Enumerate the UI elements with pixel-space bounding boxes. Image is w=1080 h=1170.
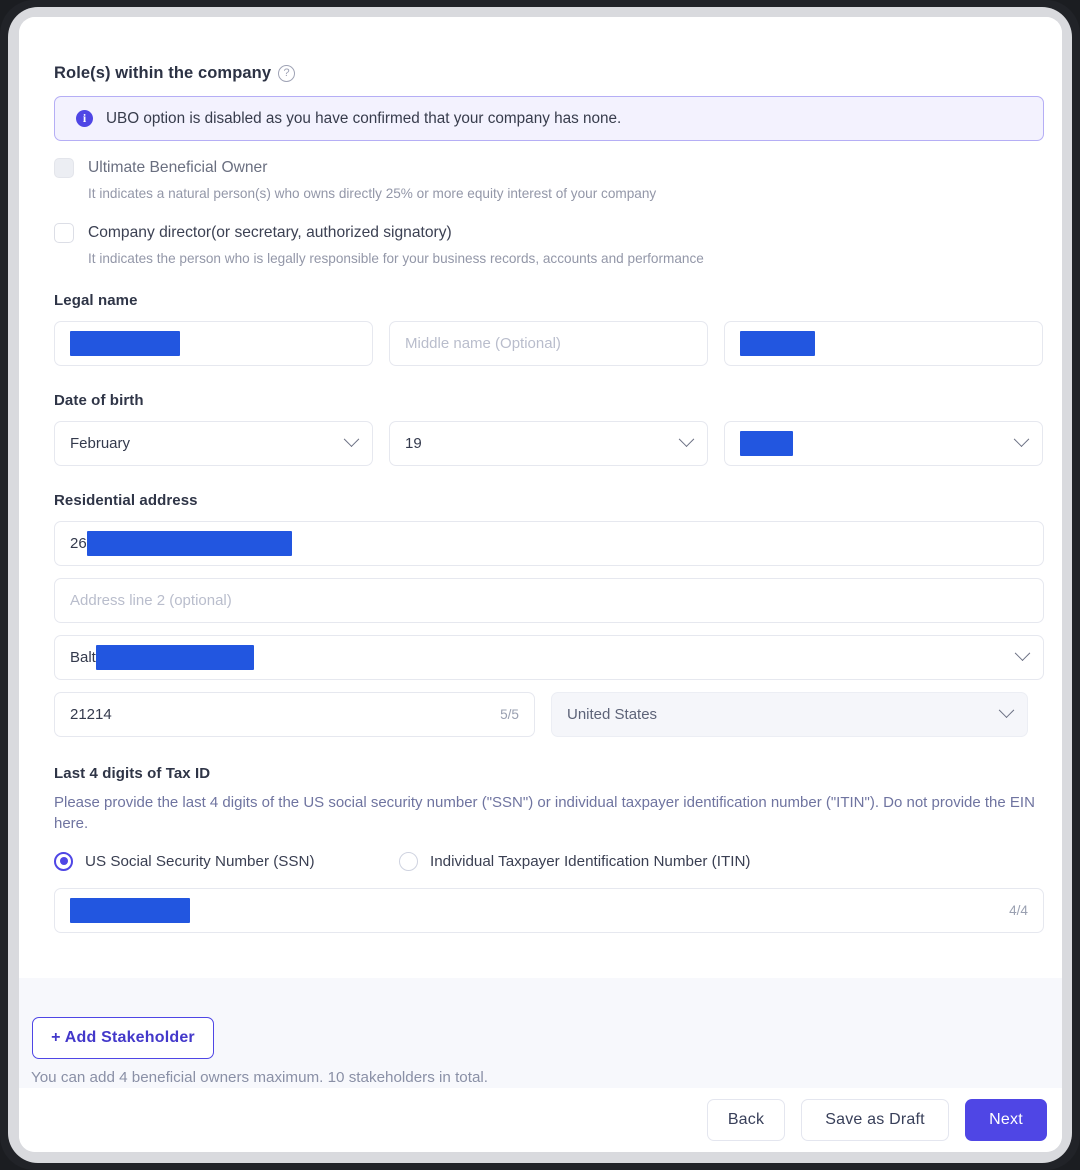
- tax-id-group: Last 4 digits of Tax ID Please provide t…: [54, 765, 1044, 933]
- radio-option-ssn[interactable]: US Social Security Number (SSN): [54, 852, 399, 871]
- chevron-down-icon: [1015, 645, 1031, 661]
- info-circle-icon: i: [76, 110, 93, 127]
- country-select[interactable]: United States: [551, 692, 1028, 737]
- add-stakeholder-strip: + Add Stakeholder You can add 4 benefici…: [19, 978, 1062, 1088]
- ubo-disabled-banner: i UBO option is disabled as you have con…: [54, 96, 1044, 141]
- role-option-director[interactable]: Company director(or secretary, authorize…: [54, 223, 1044, 266]
- zip-country-row: 21214 5/5 United States: [54, 692, 1044, 737]
- city-row: Balt: [54, 635, 1044, 680]
- address-line2-input[interactable]: Address line 2 (optional): [54, 578, 1044, 623]
- address-line1-value: 26: [70, 535, 87, 552]
- middle-name-placeholder: Middle name (Optional): [405, 335, 561, 352]
- ubo-disabled-banner-text: UBO option is disabled as you have confi…: [106, 110, 621, 128]
- role-option-director-description: It indicates the person who is legally r…: [88, 251, 1044, 266]
- chevron-down-icon: [999, 702, 1015, 718]
- date-of-birth-group: Date of birth February 19: [54, 392, 1044, 466]
- add-stakeholder-button[interactable]: + Add Stakeholder: [32, 1017, 214, 1059]
- radio-option-ssn-label: US Social Security Number (SSN): [85, 853, 315, 870]
- save-as-draft-button[interactable]: Save as Draft: [801, 1099, 949, 1141]
- back-button[interactable]: Back: [707, 1099, 785, 1141]
- question-mark-circle-icon[interactable]: ?: [278, 65, 295, 82]
- tax-id-description: Please provide the last 4 digits of the …: [54, 792, 1039, 835]
- birth-day-value: 19: [405, 435, 422, 452]
- roles-section-label: Role(s) within the company: [54, 64, 271, 83]
- city-redaction: [96, 645, 254, 670]
- address-line1-redaction: [87, 531, 292, 556]
- first-name-input[interactable]: [54, 321, 373, 366]
- tax-id-input[interactable]: 4/4: [54, 888, 1044, 933]
- date-of-birth-label: Date of birth: [54, 392, 1044, 409]
- checkbox-company-director[interactable]: [54, 223, 74, 243]
- role-option-director-label: Company director(or secretary, authorize…: [88, 224, 452, 242]
- radio-option-itin[interactable]: Individual Taxpayer Identification Numbe…: [399, 852, 751, 871]
- tax-id-radio-group: US Social Security Number (SSN) Individu…: [54, 852, 1044, 871]
- chevron-down-icon: [1014, 431, 1030, 447]
- legal-name-label: Legal name: [54, 292, 1044, 309]
- screen: Role(s) within the company ? i UBO optio…: [19, 17, 1062, 1152]
- last-name-redaction: [740, 331, 815, 356]
- role-option-ubo[interactable]: Ultimate Beneficial Owner It indicates a…: [54, 158, 1044, 201]
- tax-id-input-row: 4/4: [54, 888, 1044, 933]
- first-name-redaction: [70, 331, 180, 356]
- address-line1-row: 26: [54, 521, 1044, 566]
- residential-address-group: Residential address 26 Address line 2 (o…: [54, 492, 1044, 737]
- zip-code-input[interactable]: 21214 5/5: [54, 692, 535, 737]
- chevron-down-icon: [679, 431, 695, 447]
- birth-day-select[interactable]: 19: [389, 421, 708, 466]
- address-line2-row: Address line 2 (optional): [54, 578, 1044, 623]
- roles-section-title: Role(s) within the company ?: [54, 64, 1044, 83]
- birth-month-select[interactable]: February: [54, 421, 373, 466]
- middle-name-input[interactable]: Middle name (Optional): [389, 321, 708, 366]
- radio-ssn[interactable]: [54, 852, 73, 871]
- zip-code-value: 21214: [70, 706, 112, 723]
- form-scroll-area[interactable]: Role(s) within the company ? i UBO optio…: [19, 17, 1062, 978]
- address-line1-input[interactable]: 26: [54, 521, 1044, 566]
- legal-name-group: Legal name Middle name (Optional): [54, 292, 1044, 366]
- city-value: Balt: [70, 649, 96, 666]
- device-frame: Role(s) within the company ? i UBO optio…: [0, 0, 1080, 1170]
- next-button[interactable]: Next: [965, 1099, 1047, 1141]
- role-option-ubo-label: Ultimate Beneficial Owner: [88, 159, 267, 177]
- last-name-input[interactable]: [724, 321, 1043, 366]
- tax-id-label: Last 4 digits of Tax ID: [54, 765, 1044, 782]
- chevron-down-icon: [344, 431, 360, 447]
- residential-address-label: Residential address: [54, 492, 1044, 509]
- city-select[interactable]: Balt: [54, 635, 1044, 680]
- legal-name-row: Middle name (Optional): [54, 321, 1044, 366]
- country-value: United States: [567, 706, 657, 723]
- birth-year-redaction: [740, 431, 793, 456]
- role-option-ubo-description: It indicates a natural person(s) who own…: [88, 186, 1044, 201]
- checkbox-ultimate-beneficial-owner[interactable]: [54, 158, 74, 178]
- date-of-birth-row: February 19: [54, 421, 1044, 466]
- radio-option-itin-label: Individual Taxpayer Identification Numbe…: [430, 853, 751, 870]
- radio-itin[interactable]: [399, 852, 418, 871]
- tax-id-redaction: [70, 898, 190, 923]
- birth-month-value: February: [70, 435, 130, 452]
- address-line2-placeholder: Address line 2 (optional): [70, 592, 232, 609]
- tax-id-counter: 4/4: [1009, 903, 1028, 918]
- zip-code-counter: 5/5: [500, 707, 519, 722]
- birth-year-select[interactable]: [724, 421, 1043, 466]
- footer-action-bar: Back Save as Draft Next: [19, 1088, 1062, 1152]
- stakeholder-limit-note: You can add 4 beneficial owners maximum.…: [31, 1069, 488, 1086]
- form-content: Role(s) within the company ? i UBO optio…: [54, 17, 1044, 933]
